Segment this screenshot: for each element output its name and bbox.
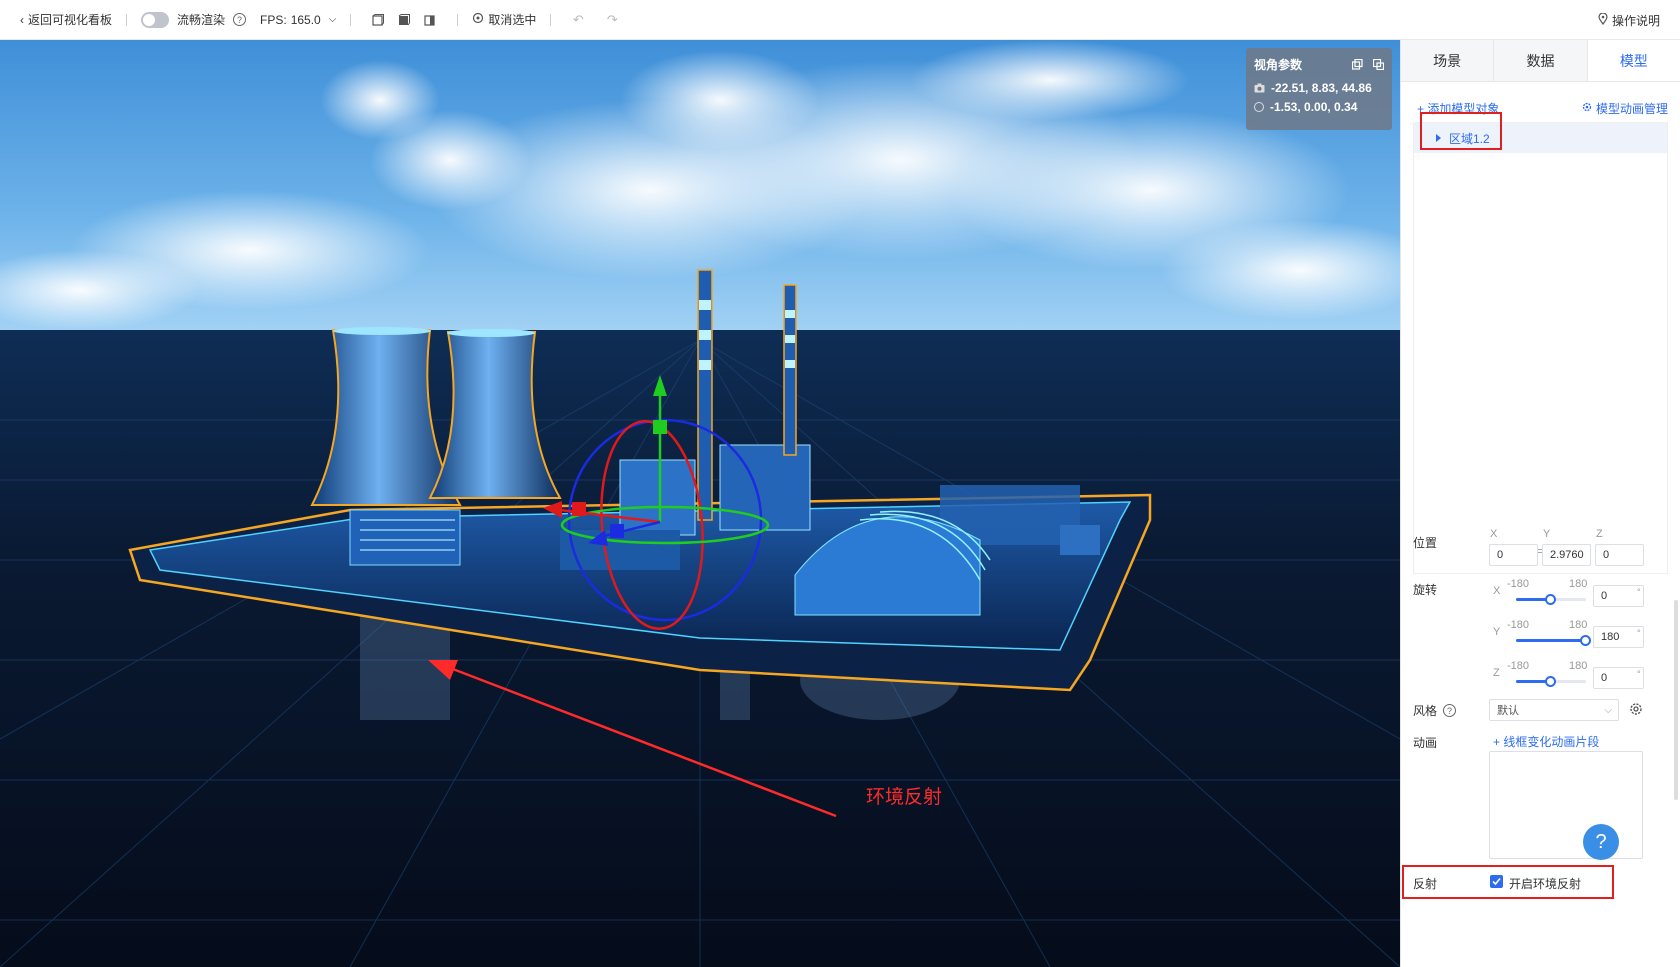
camera-params-title: 视角参数 [1254,58,1303,72]
view-solid-icon[interactable] [397,13,411,27]
rotation-y-deg: ° [1637,628,1641,638]
rotation-x-slider[interactable] [1516,594,1586,605]
rotation-y-fill [1516,639,1586,642]
camera-position-value: -22.51, 8.83, 44.86 [1271,81,1372,95]
tab-model[interactable]: 模型 [1587,40,1680,81]
help-label: 操作说明 [1611,13,1660,28]
toggle-switch[interactable] [141,11,170,28]
style-label: 风格 [1413,704,1438,718]
view-front-icon[interactable] [371,13,385,27]
rotation-x-knob[interactable] [1545,594,1556,605]
rotation-z-knob[interactable] [1545,676,1556,687]
rotation-y-slider[interactable] [1516,635,1591,646]
position-label: 位置 [1413,536,1438,550]
style-value: 默认 [1497,705,1519,717]
camera-target-value: -1.53, 0.00, 0.34 [1270,100,1358,114]
camera-target-row: -1.53, 0.00, 0.34 [1254,100,1384,114]
position-x-label: X [1490,528,1498,540]
rotation-y-label: Y [1493,626,1501,638]
target-icon [1254,102,1264,112]
rotation-z-slider[interactable] [1516,676,1586,687]
fps-selector[interactable]: FPS: 165.0 ⌵ [260,13,336,27]
highlight-box-tree [1420,112,1502,150]
fps-value: 165.0 [290,12,321,27]
smooth-render-label: 流畅渲染 [177,13,226,27]
fps-label: FPS: [260,12,287,27]
anim-manage-button[interactable]: 模型动画管理 [1582,100,1668,117]
rotation-x-max: 180 [1569,578,1588,590]
tab-scene[interactable]: 场景 [1401,40,1495,81]
scale-handle-x[interactable] [572,502,586,516]
copy-icon[interactable] [1352,59,1363,70]
rotation-x-min: -180 [1507,578,1530,590]
anim-manage-label: 模型动画管理 [1595,101,1668,116]
view-side-icon[interactable] [423,13,437,27]
camera-icon [1254,83,1265,93]
scale-handle-y[interactable] [653,420,667,434]
style-select[interactable]: 默认 ⌵ [1489,699,1619,721]
tab-data[interactable]: 数据 [1494,40,1588,81]
panel-scrollbar[interactable] [1674,600,1678,800]
chevron-left-icon: ‹ [20,12,24,27]
rotation-z-deg: ° [1637,669,1641,679]
divider [126,13,128,26]
deselect-label: 取消选中 [488,13,537,27]
rotation-y-min: -180 [1507,619,1530,631]
deselect-button[interactable]: 取消选中 [472,11,536,28]
rotation-x-label: X [1493,585,1501,597]
help-link[interactable]: 操作说明 [1598,0,1660,40]
divider [457,13,459,26]
add-wireframe-anim-button[interactable]: + 线框变化动画片段 [1493,733,1599,750]
style-label-row: 风格 ? [1413,702,1457,719]
position-x-input[interactable]: 0 [1489,544,1538,566]
reflection-checkbox-label[interactable]: 开启环境反射 [1509,875,1581,892]
top-toolbar: ‹ 返回可视化看板 流畅渲染 ? FPS: 165.0 ⌵ 取消选中 ↶ ↷ 操… [0,0,1680,40]
position-z-input[interactable]: 0 [1595,544,1644,566]
chevron-down-icon: ⌵ [328,14,337,25]
help-fab[interactable]: ? [1583,824,1619,860]
rotation-z-label: Z [1493,667,1500,679]
gear-icon [1582,101,1592,115]
rotation-z-min: -180 [1507,660,1530,672]
animation-label: 动画 [1413,736,1438,750]
reflection-checkbox[interactable] [1490,875,1503,888]
redo-icon[interactable]: ↷ [605,12,619,27]
rotation-y-knob[interactable] [1580,635,1591,646]
position-z-label: Z [1596,528,1603,540]
back-button[interactable]: ‹ 返回可视化看板 [20,11,112,28]
smooth-render-toggle[interactable]: 流畅渲染 ? [141,11,247,28]
help-icon[interactable]: ? [233,13,247,26]
position-y-input[interactable]: 2.9760 [1542,544,1591,566]
annotation-label: 环境反射 [866,786,943,808]
scale-handle-z[interactable] [610,524,624,538]
camera-position-row: -22.51, 8.83, 44.86 [1254,81,1384,95]
divider [550,13,552,26]
divider [350,13,352,26]
chevron-down-icon: ⌵ [1604,704,1612,716]
position-y-label: Y [1543,528,1551,540]
target-icon [472,12,484,27]
scene-canvas[interactable] [0,40,1400,967]
paste-icon[interactable] [1373,59,1384,70]
rotation-label: 旋转 [1413,583,1438,597]
panel-tabs: 场景 数据 模型 [1401,40,1680,82]
check-icon [1492,877,1501,886]
rotation-x-deg: ° [1637,587,1641,597]
properties-panel: 场景 数据 模型 + 添加模型对象 模型动画管理 区域1.2 位置 X Y Z … [1400,40,1680,967]
scene-viewport[interactable]: 视角参数 -22.51, 8.83, 44.86 -1.53, 0.00, 0.… [0,40,1400,967]
camera-params-header: 视角参数 [1254,56,1384,73]
model-tree: 区域1.2 [1413,122,1668,574]
rotation-y-max: 180 [1569,619,1588,631]
rotation-z-max: 180 [1569,660,1588,672]
help-icon[interactable]: ? [1443,704,1457,717]
camera-params-panel: 视角参数 -22.51, 8.83, 44.86 -1.53, 0.00, 0.… [1246,48,1392,130]
reflection-label: 反射 [1413,877,1438,891]
back-label: 返回可视化看板 [28,13,113,27]
animation-list[interactable] [1489,751,1643,859]
gear-icon[interactable] [1629,702,1643,719]
undo-icon[interactable]: ↶ [571,12,585,27]
location-pin-icon [1598,11,1608,28]
